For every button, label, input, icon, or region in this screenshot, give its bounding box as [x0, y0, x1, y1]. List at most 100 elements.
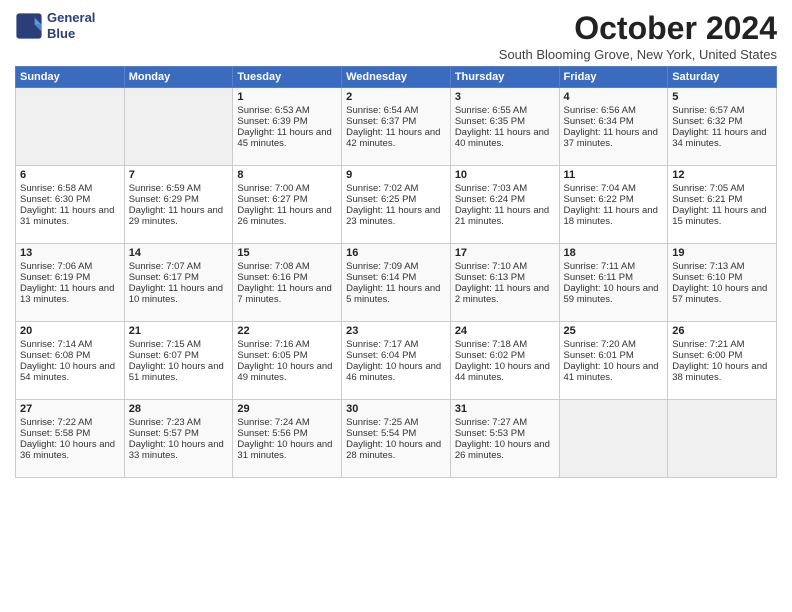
- sunrise-line: Sunrise: 7:27 AM: [455, 417, 555, 428]
- daylight-line: Daylight: 11 hours and 2 minutes.: [455, 283, 555, 305]
- page-container: General Blue October 2024 South Blooming…: [0, 0, 792, 486]
- week-row-2: 6Sunrise: 6:58 AMSunset: 6:30 PMDaylight…: [16, 166, 777, 244]
- sunrise-line: Sunrise: 7:09 AM: [346, 261, 446, 272]
- day-cell: 4Sunrise: 6:56 AMSunset: 6:34 PMDaylight…: [559, 88, 668, 166]
- sunset-line: Sunset: 6:37 PM: [346, 116, 446, 127]
- day-number: 18: [564, 247, 664, 259]
- sunset-line: Sunset: 6:04 PM: [346, 350, 446, 361]
- day-cell: 31Sunrise: 7:27 AMSunset: 5:53 PMDayligh…: [450, 400, 559, 478]
- daylight-line: Daylight: 11 hours and 37 minutes.: [564, 127, 664, 149]
- day-cell: 9Sunrise: 7:02 AMSunset: 6:25 PMDaylight…: [342, 166, 451, 244]
- daylight-line: Daylight: 10 hours and 41 minutes.: [564, 361, 664, 383]
- sunset-line: Sunset: 5:53 PM: [455, 428, 555, 439]
- daylight-line: Daylight: 11 hours and 26 minutes.: [237, 205, 337, 227]
- daylight-line: Daylight: 11 hours and 10 minutes.: [129, 283, 229, 305]
- day-cell: 3Sunrise: 6:55 AMSunset: 6:35 PMDaylight…: [450, 88, 559, 166]
- day-number: 7: [129, 169, 229, 181]
- logo: General Blue: [15, 10, 95, 41]
- day-cell: 10Sunrise: 7:03 AMSunset: 6:24 PMDayligh…: [450, 166, 559, 244]
- location: South Blooming Grove, New York, United S…: [499, 47, 777, 62]
- sunrise-line: Sunrise: 7:20 AM: [564, 339, 664, 350]
- day-cell: 12Sunrise: 7:05 AMSunset: 6:21 PMDayligh…: [668, 166, 777, 244]
- day-cell: 13Sunrise: 7:06 AMSunset: 6:19 PMDayligh…: [16, 244, 125, 322]
- day-cell: 21Sunrise: 7:15 AMSunset: 6:07 PMDayligh…: [124, 322, 233, 400]
- day-cell: 1Sunrise: 6:53 AMSunset: 6:39 PMDaylight…: [233, 88, 342, 166]
- sunset-line: Sunset: 6:02 PM: [455, 350, 555, 361]
- daylight-line: Daylight: 10 hours and 31 minutes.: [237, 439, 337, 461]
- day-number: 4: [564, 91, 664, 103]
- sunset-line: Sunset: 6:16 PM: [237, 272, 337, 283]
- daylight-line: Daylight: 11 hours and 23 minutes.: [346, 205, 446, 227]
- day-cell: 15Sunrise: 7:08 AMSunset: 6:16 PMDayligh…: [233, 244, 342, 322]
- daylight-line: Daylight: 11 hours and 42 minutes.: [346, 127, 446, 149]
- day-number: 27: [20, 403, 120, 415]
- col-header-friday: Friday: [559, 67, 668, 88]
- sunrise-line: Sunrise: 7:06 AM: [20, 261, 120, 272]
- sunset-line: Sunset: 6:00 PM: [672, 350, 772, 361]
- day-cell: 19Sunrise: 7:13 AMSunset: 6:10 PMDayligh…: [668, 244, 777, 322]
- day-cell: 26Sunrise: 7:21 AMSunset: 6:00 PMDayligh…: [668, 322, 777, 400]
- day-cell: 5Sunrise: 6:57 AMSunset: 6:32 PMDaylight…: [668, 88, 777, 166]
- sunrise-line: Sunrise: 7:07 AM: [129, 261, 229, 272]
- sunset-line: Sunset: 6:08 PM: [20, 350, 120, 361]
- day-number: 9: [346, 169, 446, 181]
- day-cell: 20Sunrise: 7:14 AMSunset: 6:08 PMDayligh…: [16, 322, 125, 400]
- day-number: 28: [129, 403, 229, 415]
- day-number: 15: [237, 247, 337, 259]
- week-row-1: 1Sunrise: 6:53 AMSunset: 6:39 PMDaylight…: [16, 88, 777, 166]
- day-cell: 27Sunrise: 7:22 AMSunset: 5:58 PMDayligh…: [16, 400, 125, 478]
- daylight-line: Daylight: 11 hours and 34 minutes.: [672, 127, 772, 149]
- day-number: 29: [237, 403, 337, 415]
- day-cell: [16, 88, 125, 166]
- sunrise-line: Sunrise: 7:13 AM: [672, 261, 772, 272]
- sunrise-line: Sunrise: 6:58 AM: [20, 183, 120, 194]
- daylight-line: Daylight: 10 hours and 28 minutes.: [346, 439, 446, 461]
- sunset-line: Sunset: 6:17 PM: [129, 272, 229, 283]
- sunset-line: Sunset: 6:01 PM: [564, 350, 664, 361]
- daylight-line: Daylight: 11 hours and 5 minutes.: [346, 283, 446, 305]
- day-cell: 29Sunrise: 7:24 AMSunset: 5:56 PMDayligh…: [233, 400, 342, 478]
- col-header-wednesday: Wednesday: [342, 67, 451, 88]
- col-header-saturday: Saturday: [668, 67, 777, 88]
- sunset-line: Sunset: 6:25 PM: [346, 194, 446, 205]
- day-cell: 25Sunrise: 7:20 AMSunset: 6:01 PMDayligh…: [559, 322, 668, 400]
- sunrise-line: Sunrise: 6:59 AM: [129, 183, 229, 194]
- daylight-line: Daylight: 11 hours and 7 minutes.: [237, 283, 337, 305]
- daylight-line: Daylight: 11 hours and 40 minutes.: [455, 127, 555, 149]
- daylight-line: Daylight: 10 hours and 59 minutes.: [564, 283, 664, 305]
- daylight-line: Daylight: 11 hours and 31 minutes.: [20, 205, 120, 227]
- day-cell: 23Sunrise: 7:17 AMSunset: 6:04 PMDayligh…: [342, 322, 451, 400]
- sunrise-line: Sunrise: 7:21 AM: [672, 339, 772, 350]
- sunrise-line: Sunrise: 7:16 AM: [237, 339, 337, 350]
- daylight-line: Daylight: 10 hours and 54 minutes.: [20, 361, 120, 383]
- day-cell: 6Sunrise: 6:58 AMSunset: 6:30 PMDaylight…: [16, 166, 125, 244]
- sunset-line: Sunset: 6:39 PM: [237, 116, 337, 127]
- day-cell: 28Sunrise: 7:23 AMSunset: 5:57 PMDayligh…: [124, 400, 233, 478]
- sunset-line: Sunset: 5:57 PM: [129, 428, 229, 439]
- sunrise-line: Sunrise: 7:18 AM: [455, 339, 555, 350]
- week-row-5: 27Sunrise: 7:22 AMSunset: 5:58 PMDayligh…: [16, 400, 777, 478]
- sunset-line: Sunset: 6:19 PM: [20, 272, 120, 283]
- day-number: 2: [346, 91, 446, 103]
- day-cell: 8Sunrise: 7:00 AMSunset: 6:27 PMDaylight…: [233, 166, 342, 244]
- day-number: 10: [455, 169, 555, 181]
- daylight-line: Daylight: 10 hours and 57 minutes.: [672, 283, 772, 305]
- sunset-line: Sunset: 6:10 PM: [672, 272, 772, 283]
- sunrise-line: Sunrise: 7:24 AM: [237, 417, 337, 428]
- day-cell: 24Sunrise: 7:18 AMSunset: 6:02 PMDayligh…: [450, 322, 559, 400]
- daylight-line: Daylight: 10 hours and 51 minutes.: [129, 361, 229, 383]
- day-cell: 2Sunrise: 6:54 AMSunset: 6:37 PMDaylight…: [342, 88, 451, 166]
- daylight-line: Daylight: 10 hours and 36 minutes.: [20, 439, 120, 461]
- sunset-line: Sunset: 6:35 PM: [455, 116, 555, 127]
- sunrise-line: Sunrise: 6:55 AM: [455, 105, 555, 116]
- sunset-line: Sunset: 6:34 PM: [564, 116, 664, 127]
- day-number: 16: [346, 247, 446, 259]
- sunset-line: Sunset: 6:13 PM: [455, 272, 555, 283]
- sunrise-line: Sunrise: 7:04 AM: [564, 183, 664, 194]
- day-number: 8: [237, 169, 337, 181]
- day-number: 11: [564, 169, 664, 181]
- day-cell: 16Sunrise: 7:09 AMSunset: 6:14 PMDayligh…: [342, 244, 451, 322]
- col-header-thursday: Thursday: [450, 67, 559, 88]
- title-block: October 2024 South Blooming Grove, New Y…: [499, 10, 777, 62]
- month-title: October 2024: [499, 10, 777, 47]
